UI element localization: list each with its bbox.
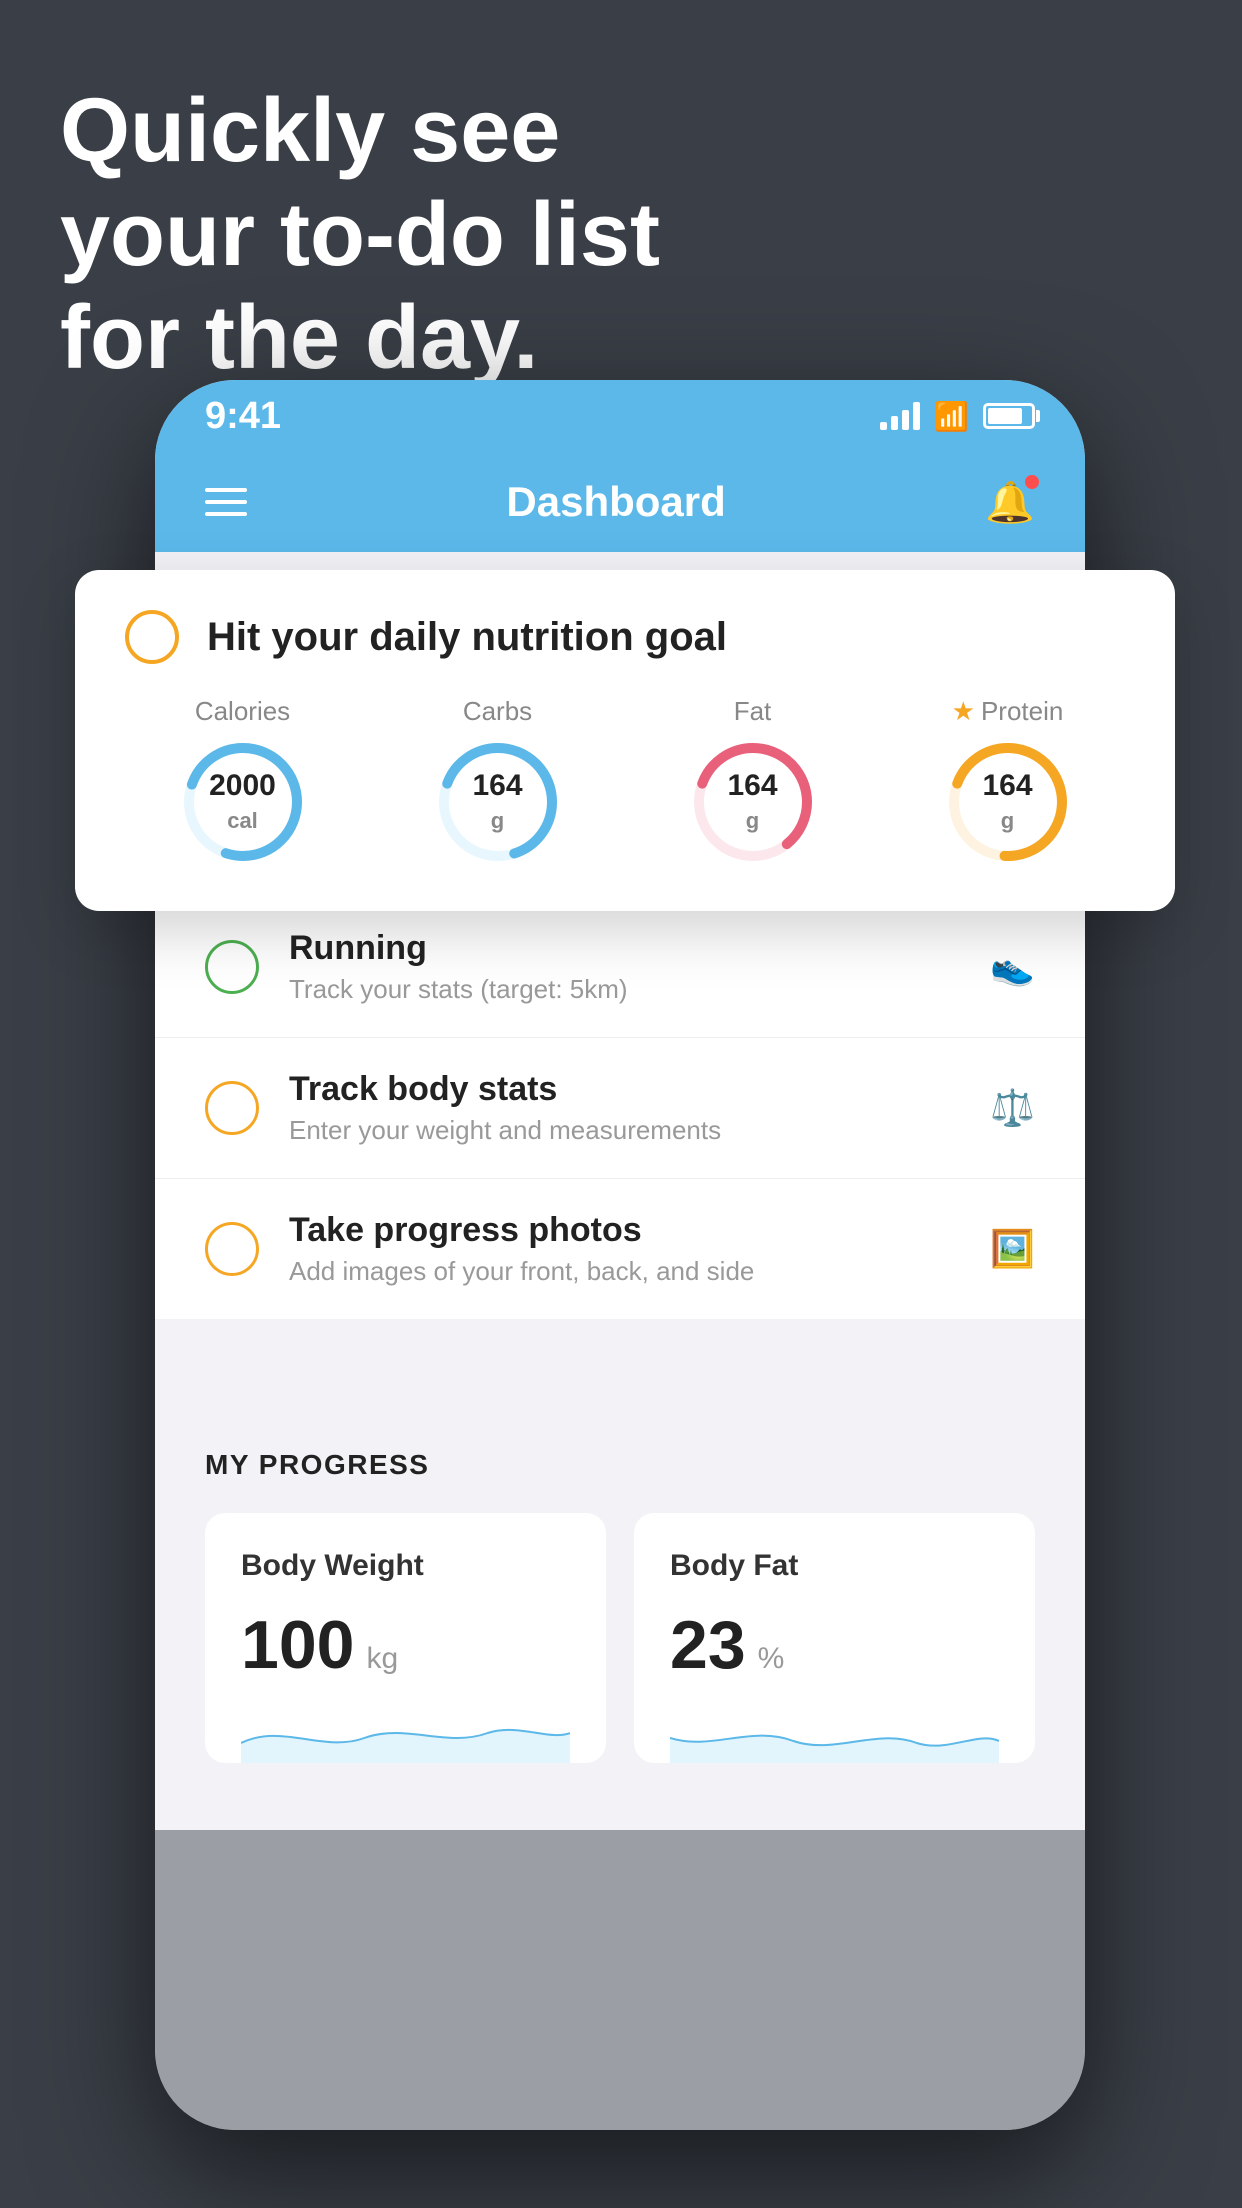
todo-circle-body-stats (205, 1081, 259, 1135)
progress-section: MY PROGRESS Body Weight 100 kg (155, 1399, 1085, 1803)
notification-bell-button[interactable]: 🔔 (985, 479, 1035, 526)
task-title-nutrition: Hit your daily nutrition goal (207, 615, 727, 660)
stat-calories-value: 2000 cal (209, 769, 276, 835)
todo-item-body-stats[interactable]: Track body stats Enter your weight and m… (155, 1038, 1085, 1179)
body-weight-value: 100 (241, 1611, 354, 1679)
body-fat-title: Body Fat (670, 1549, 999, 1583)
todo-title-photos: Take progress photos (289, 1211, 960, 1250)
nutrition-stats: Calories 2000 cal Carbs (125, 696, 1125, 867)
battery-icon (983, 403, 1035, 429)
scale-icon: ⚖️ (990, 1087, 1035, 1129)
todo-item-photos[interactable]: Take progress photos Add images of your … (155, 1179, 1085, 1319)
todo-title-body-stats: Track body stats (289, 1070, 960, 1109)
stat-calories-label: Calories (195, 696, 290, 727)
progress-cards: Body Weight 100 kg Body Fat (205, 1513, 1035, 1763)
todo-circle-running (205, 940, 259, 994)
body-fat-value: 23 (670, 1611, 746, 1679)
todo-subtitle-running: Track your stats (target: 5km) (289, 974, 960, 1005)
stat-carbs-label: Carbs (463, 696, 532, 727)
stat-carbs-circle: 164 g (433, 737, 563, 867)
stat-protein-label: Protein (981, 696, 1063, 727)
stat-fat-label-row: Fat (734, 696, 772, 727)
nav-bar: Dashboard 🔔 (155, 452, 1085, 552)
body-weight-wave (241, 1703, 570, 1763)
stat-fat-label: Fat (734, 696, 772, 727)
hamburger-menu[interactable] (205, 488, 247, 516)
progress-section-title: MY PROGRESS (205, 1449, 1035, 1481)
stat-fat-value: 164 g (727, 769, 777, 835)
body-weight-card[interactable]: Body Weight 100 kg (205, 1513, 606, 1763)
body-fat-card[interactable]: Body Fat 23 % (634, 1513, 1035, 1763)
body-weight-unit: kg (366, 1642, 398, 1676)
todo-item-running[interactable]: Running Track your stats (target: 5km) 👟 (155, 897, 1085, 1038)
body-fat-unit: % (758, 1642, 785, 1676)
todo-text-body-stats: Track body stats Enter your weight and m… (289, 1070, 960, 1146)
todo-text-running: Running Track your stats (target: 5km) (289, 929, 960, 1005)
wifi-icon: 📶 (934, 400, 969, 433)
todo-title-running: Running (289, 929, 960, 968)
nav-title: Dashboard (506, 478, 725, 526)
notification-dot (1025, 475, 1039, 489)
stat-protein[interactable]: ★ Protein 164 g (943, 696, 1073, 867)
protein-star-icon: ★ (952, 696, 975, 727)
todo-circle-photos (205, 1222, 259, 1276)
status-time: 9:41 (205, 395, 281, 438)
todo-subtitle-body-stats: Enter your weight and measurements (289, 1115, 960, 1146)
running-shoe-icon: 👟 (990, 946, 1035, 988)
stat-protein-circle: 164 g (943, 737, 1073, 867)
stat-fat[interactable]: Fat 164 g (688, 696, 818, 867)
person-photo-icon: 🖼️ (990, 1228, 1035, 1270)
floating-card: Hit your daily nutrition goal Calories 2… (75, 570, 1175, 911)
stat-fat-circle: 164 g (688, 737, 818, 867)
stat-calories-circle: 2000 cal (178, 737, 308, 867)
stat-protein-label-row: ★ Protein (952, 696, 1064, 727)
card-task-row: Hit your daily nutrition goal (125, 610, 1125, 664)
todo-text-photos: Take progress photos Add images of your … (289, 1211, 960, 1287)
dark-overlay (155, 1830, 1085, 2130)
stat-carbs[interactable]: Carbs 164 g (433, 696, 563, 867)
body-weight-title: Body Weight (241, 1549, 570, 1583)
status-icons: 📶 (880, 400, 1035, 433)
stat-protein-value: 164 g (982, 769, 1032, 835)
signal-icon (880, 402, 920, 430)
headline: Quickly see your to-do list for the day. (60, 80, 660, 391)
task-circle-nutrition (125, 610, 179, 664)
body-fat-wave (670, 1703, 999, 1763)
status-bar: 9:41 📶 (155, 380, 1085, 452)
stat-calories[interactable]: Calories 2000 cal (178, 696, 308, 867)
stat-carbs-label-row: Carbs (463, 696, 532, 727)
stat-calories-label-row: Calories (195, 696, 290, 727)
todo-subtitle-photos: Add images of your front, back, and side (289, 1256, 960, 1287)
stat-carbs-value: 164 g (472, 769, 522, 835)
